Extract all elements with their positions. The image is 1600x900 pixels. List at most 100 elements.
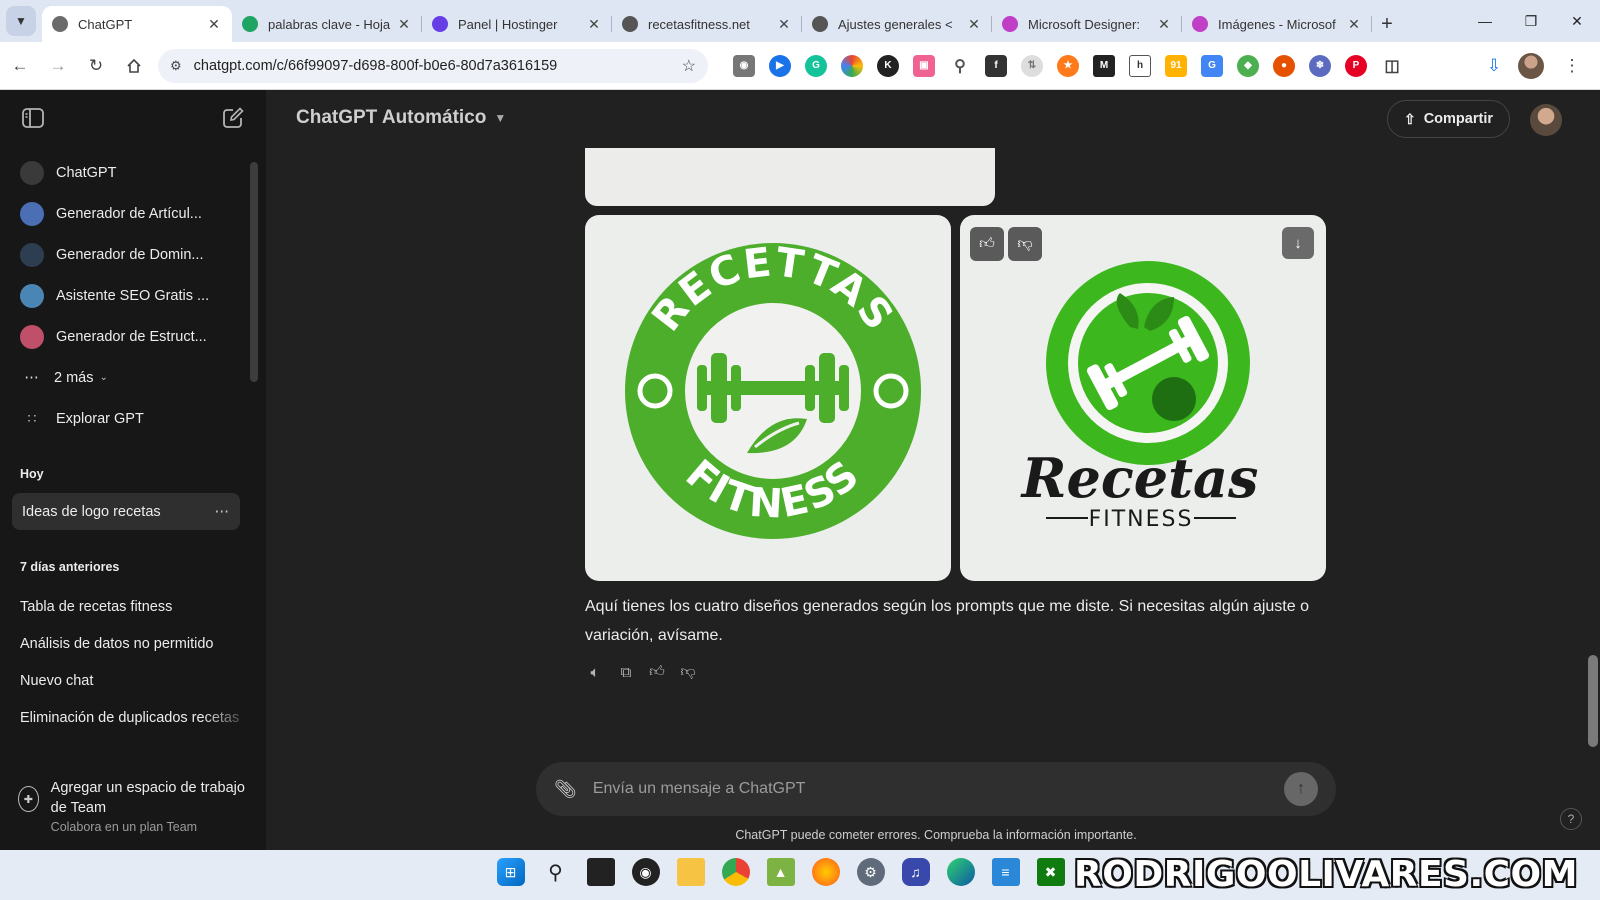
- chat-options-icon[interactable]: ⋯: [215, 504, 231, 520]
- chat-item[interactable]: Eliminación de duplicados recetas: [0, 699, 252, 736]
- camera-extension-icon[interactable]: ◉: [733, 54, 755, 77]
- snowflake-extension-icon[interactable]: ❄: [1309, 54, 1331, 77]
- font-extension-icon[interactable]: f: [985, 54, 1007, 77]
- thumbs-down-icon[interactable]: 👎︎: [1008, 227, 1042, 261]
- xbox-icon[interactable]: ✖: [1036, 858, 1065, 886]
- sidebar-list: ChatGPT Generador de Artícul... Generador …: [0, 152, 252, 736]
- tab-close-icon[interactable]: ✕: [206, 16, 222, 33]
- headphones-app-icon[interactable]: ♫: [901, 858, 930, 886]
- previous-generated-image[interactable]: [585, 148, 995, 206]
- sidebar-more-button[interactable]: ⋯ 2 más ⌄: [0, 357, 252, 398]
- restore-icon[interactable]: ❐: [1508, 0, 1554, 42]
- browser-tab[interactable]: Microsoft Designer: ✕: [992, 6, 1182, 42]
- tab-search-button[interactable]: ▼: [6, 6, 36, 36]
- model-selector[interactable]: ChatGPT Automático ▼: [296, 107, 506, 129]
- copy-icon[interactable]: ⧉: [616, 662, 636, 682]
- translate-extension-icon[interactable]: G: [1201, 54, 1223, 77]
- chrome-icon[interactable]: [721, 858, 750, 886]
- reload-icon[interactable]: ↻: [78, 48, 114, 84]
- puzzle-green-extension-icon[interactable]: ◆: [1237, 54, 1259, 77]
- user-avatar[interactable]: [1530, 104, 1562, 136]
- md-extension-icon[interactable]: M: [1093, 54, 1115, 77]
- sidebar-item-gpt[interactable]: ChatGPT: [0, 152, 252, 193]
- pin-extension-icon[interactable]: ⇅: [1021, 54, 1043, 77]
- sidebar-scrollbar[interactable]: [250, 162, 258, 382]
- attach-paperclip-icon[interactable]: 📎︎: [554, 779, 577, 800]
- extensions-puzzle-icon[interactable]: ◫: [1381, 55, 1403, 77]
- screenshot-extension-icon[interactable]: ▣: [913, 54, 935, 77]
- generated-image-2[interactable]: Recetas FITNESS 👍︎ 👎︎ ↓: [960, 215, 1326, 581]
- tab-close-icon[interactable]: ✕: [776, 16, 792, 33]
- sidebar-item-gpt[interactable]: Generador de Artícul...: [0, 193, 252, 234]
- grammarly-extension-icon[interactable]: G: [805, 54, 827, 77]
- new-tab-button[interactable]: +: [1372, 6, 1402, 42]
- browser-tab[interactable]: ChatGPT ✕: [42, 6, 232, 42]
- sidebar-item-gpt[interactable]: Generador de Domin...: [0, 234, 252, 275]
- bookmark-star-icon[interactable]: ☆: [682, 56, 696, 76]
- browser-tab[interactable]: Panel | Hostinger ✕: [422, 6, 612, 42]
- browser-tab[interactable]: Ajustes generales < ✕: [802, 6, 992, 42]
- flame-extension-icon[interactable]: ●: [1273, 54, 1295, 77]
- tab-favicon-icon: [52, 16, 68, 32]
- new-chat-icon[interactable]: [222, 107, 244, 129]
- minimize-icon[interactable]: —: [1462, 0, 1508, 42]
- back-icon[interactable]: ←: [2, 48, 38, 84]
- message-input[interactable]: Envía un mensaje a ChatGPT: [593, 780, 1284, 798]
- chat-scrollbar[interactable]: [1588, 655, 1598, 747]
- browser-tab[interactable]: palabras clave - Hoja ✕: [232, 6, 422, 42]
- read-aloud-icon[interactable]: 🔈︎: [585, 662, 605, 682]
- tab-close-icon[interactable]: ✕: [966, 16, 982, 33]
- browser-tab[interactable]: recetasfitness.net ✕: [612, 6, 802, 42]
- svg-text:FITNESS: FITNESS: [1089, 507, 1194, 532]
- fox-extension-icon[interactable]: ★: [1057, 54, 1079, 77]
- screen-recorder-icon[interactable]: ◉: [631, 858, 660, 886]
- sidebar-item-gpt[interactable]: Asistente SEO Gratis ...: [0, 275, 252, 316]
- sidebar-item-explore[interactable]: ∷ Explorar GPT: [0, 398, 252, 439]
- search-icon[interactable]: ⚲: [542, 858, 570, 886]
- edge-icon[interactable]: [946, 858, 975, 886]
- thumbs-down-icon[interactable]: 👎︎: [678, 662, 698, 682]
- site-info-icon[interactable]: ⚙: [170, 58, 182, 74]
- code-extension-icon[interactable]: h: [1129, 54, 1151, 77]
- forward-icon[interactable]: →: [40, 48, 76, 84]
- search-extension-icon[interactable]: ⚲: [949, 55, 971, 77]
- add-workspace-button[interactable]: ✚ Agregar un espacio de trabajo de Team …: [0, 758, 266, 850]
- send-arrow-icon[interactable]: ↑: [1284, 772, 1318, 806]
- badge-extension-icon[interactable]: 91: [1165, 54, 1187, 77]
- firefox-icon[interactable]: [811, 858, 840, 886]
- explore-label: Explorar GPT: [56, 410, 144, 427]
- browser-tab[interactable]: Imágenes - Microsof ✕: [1182, 6, 1372, 42]
- tab-close-icon[interactable]: ✕: [1346, 16, 1362, 33]
- windows-start-icon[interactable]: ⊞: [496, 858, 525, 886]
- tab-close-icon[interactable]: ✕: [586, 16, 602, 33]
- settings-gear-icon[interactable]: ⚙: [856, 858, 885, 886]
- menu-kebab-icon[interactable]: ⋮: [1554, 48, 1590, 84]
- home-icon[interactable]: [116, 48, 152, 84]
- close-window-icon[interactable]: ✕: [1554, 0, 1600, 42]
- chat-item[interactable]: Análisis de datos no permitido: [0, 625, 252, 662]
- address-bar[interactable]: ⚙ chatgpt.com/c/66f99097-d698-800f-b0e6-…: [158, 48, 708, 83]
- file-explorer-icon[interactable]: [676, 858, 705, 886]
- share-button[interactable]: ⇧ Compartir: [1386, 100, 1510, 138]
- thumbs-up-icon[interactable]: 👍︎: [970, 227, 1004, 261]
- image-editor-icon[interactable]: ▲: [766, 858, 795, 886]
- thumbs-up-icon[interactable]: 👍︎: [647, 662, 667, 682]
- color-extension-icon[interactable]: [841, 54, 863, 77]
- download-image-icon[interactable]: ↓: [1282, 227, 1314, 259]
- tab-close-icon[interactable]: ✕: [396, 16, 412, 33]
- k-extension-icon[interactable]: K: [877, 54, 899, 77]
- chat-item[interactable]: Tabla de recetas fitness: [0, 588, 252, 625]
- toggle-sidebar-icon[interactable]: [22, 107, 44, 129]
- task-view-icon[interactable]: [586, 858, 615, 886]
- download-icon[interactable]: ⇩: [1476, 48, 1512, 84]
- pinterest-extension-icon[interactable]: P: [1345, 54, 1367, 77]
- chat-item-selected[interactable]: Ideas de logo recetas ⋯: [12, 493, 240, 530]
- play-extension-icon[interactable]: ▶: [769, 54, 791, 77]
- sidebar-item-gpt[interactable]: Generador de Estruct...: [0, 316, 252, 357]
- profile-avatar[interactable]: [1518, 53, 1544, 79]
- tab-close-icon[interactable]: ✕: [1156, 16, 1172, 33]
- help-icon[interactable]: ?: [1560, 808, 1582, 830]
- chat-item[interactable]: Nuevo chat: [0, 662, 252, 699]
- generated-image-1[interactable]: RECETTAS FITNESS: [585, 215, 951, 581]
- notepad-icon[interactable]: ≡: [991, 858, 1020, 886]
